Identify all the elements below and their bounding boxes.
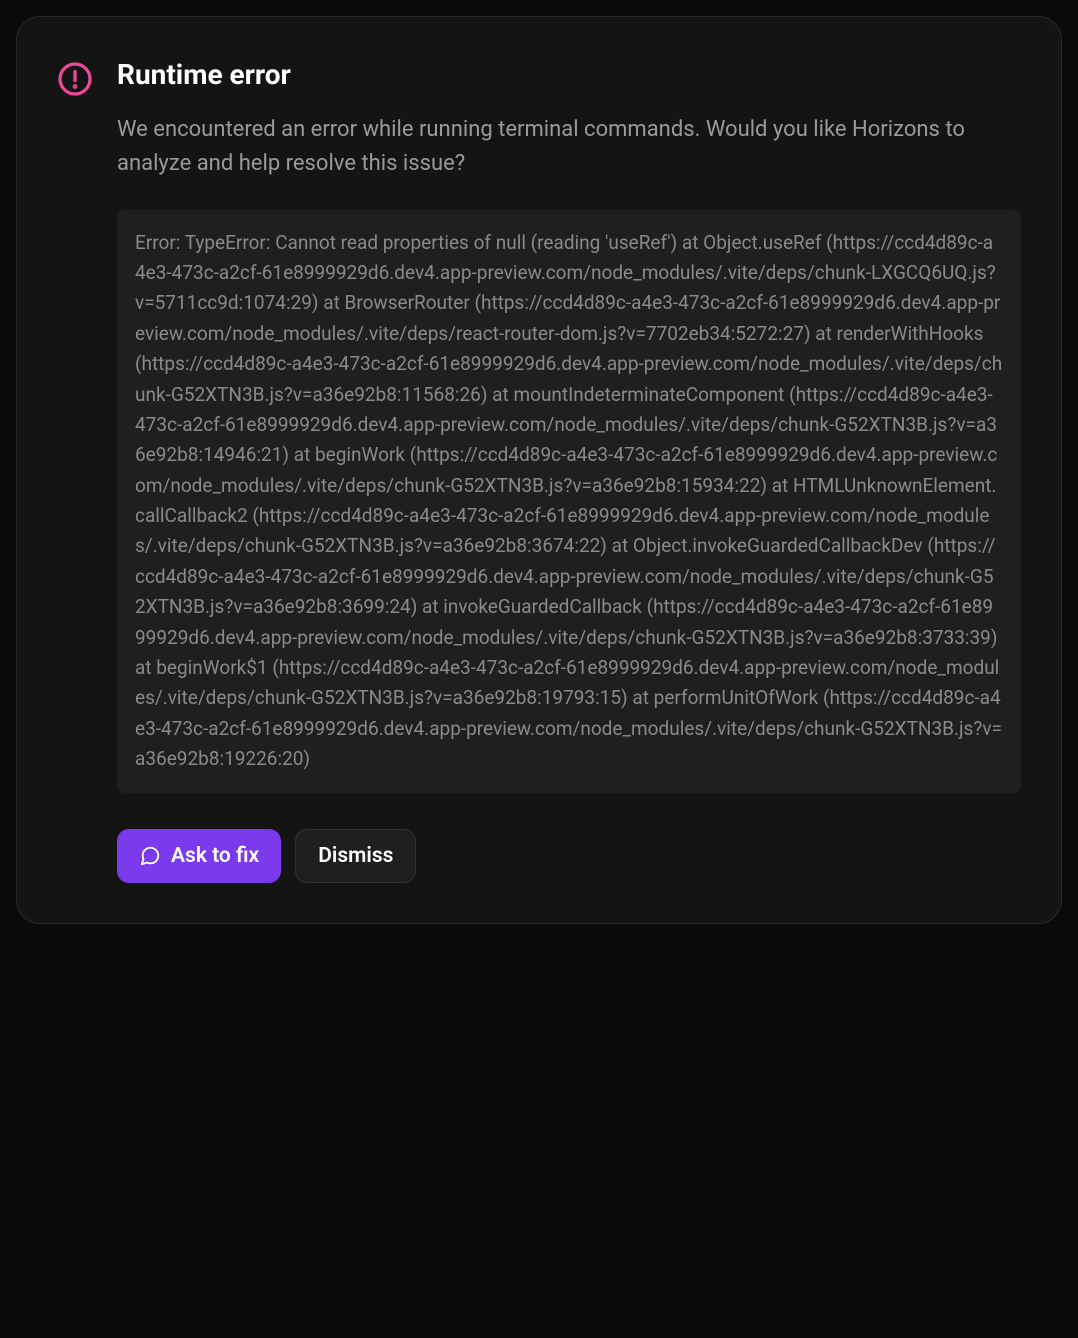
stack-trace-text: Error: TypeError: Cannot read properties… xyxy=(135,228,1003,775)
dismiss-button[interactable]: Dismiss xyxy=(295,829,416,883)
chat-bubble-icon xyxy=(139,845,161,867)
runtime-error-panel: Runtime error We encountered an error wh… xyxy=(16,16,1062,924)
error-description: We encountered an error while running te… xyxy=(117,113,1021,181)
stack-trace-box: Error: TypeError: Cannot read properties… xyxy=(117,210,1021,793)
ask-to-fix-button[interactable]: Ask to fix xyxy=(117,829,281,883)
content-column: Runtime error We encountered an error wh… xyxy=(117,57,1021,883)
icon-column xyxy=(57,57,93,883)
error-title: Runtime error xyxy=(117,57,1021,93)
button-row: Ask to fix Dismiss xyxy=(117,829,1021,883)
dismiss-label: Dismiss xyxy=(318,844,393,868)
alert-circle-icon xyxy=(57,61,93,97)
ask-to-fix-label: Ask to fix xyxy=(171,844,259,868)
